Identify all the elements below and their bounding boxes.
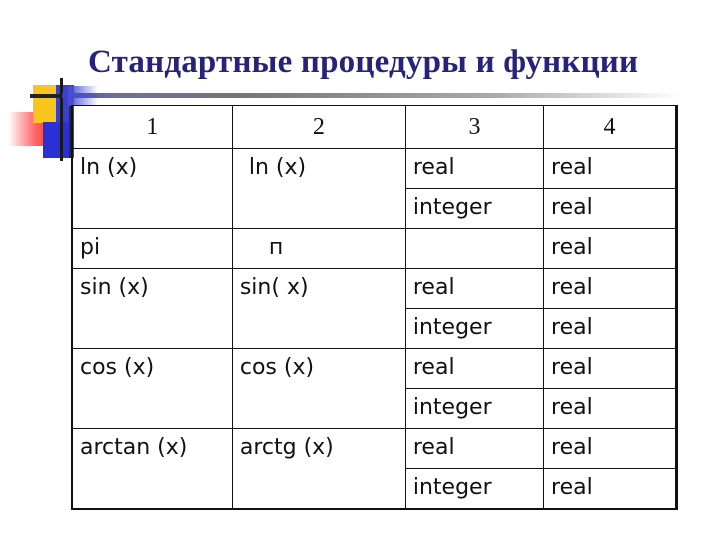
cell-arg-type: integer: [404, 468, 545, 510]
cell-pascal-name: sin (x): [70, 268, 233, 349]
cell-math-name: ln (x): [231, 148, 406, 229]
cell-result-type: real: [543, 228, 678, 269]
cell-arg-type: integer: [404, 188, 545, 229]
cell-result-type: real: [543, 428, 678, 469]
cell-arg-type: [404, 228, 545, 269]
cell-pascal-name: cos (x): [70, 348, 233, 429]
cell-pascal-name: pi: [70, 228, 233, 269]
table-row: arctan (x) arctg (x) real real: [70, 428, 678, 510]
cell-result-type: real: [543, 148, 678, 189]
table-row: pi п real: [70, 228, 678, 269]
cell-math-name: п: [231, 228, 406, 269]
table-header-row: 1 2 3 4: [70, 105, 678, 149]
cell-result-type: real: [543, 188, 678, 229]
cell-result-type: real: [543, 468, 678, 510]
cell-math-name: cos (x): [231, 348, 406, 429]
table-row: cos (x) cos (x) real real: [70, 348, 678, 429]
cell-arg-type: integer: [404, 308, 545, 349]
header-cell-1: 1: [70, 105, 233, 149]
cell-arg-type: real: [404, 268, 545, 309]
cell-result-type: real: [543, 388, 678, 429]
cell-pascal-name: arctan (x): [70, 428, 233, 510]
logo-blue-block: [43, 122, 71, 158]
cell-math-name: arctg (x): [231, 428, 406, 510]
logo-vertical-line: [60, 78, 63, 161]
cell-arg-type: integer: [404, 388, 545, 429]
title-rule-accent: [68, 86, 98, 106]
cell-pascal-name: ln (x): [70, 148, 233, 229]
cell-arg-type: real: [404, 348, 545, 389]
header-cell-3: 3: [404, 105, 545, 149]
cell-math-name: sin( x): [231, 268, 406, 349]
cell-result-type: real: [543, 308, 678, 349]
table-row: ln (x) ln (x) real real: [70, 148, 678, 229]
cell-result-type: real: [543, 268, 678, 309]
title-underline-rule: [62, 93, 682, 98]
cell-arg-type: real: [404, 148, 545, 189]
slide-title: Стандартные процедуры и функции: [88, 44, 639, 80]
table-row: sin (x) sin( x) real real: [70, 268, 678, 349]
cell-result-type: real: [543, 348, 678, 389]
header-cell-4: 4: [543, 105, 678, 149]
cell-arg-type: real: [404, 428, 545, 469]
header-cell-2: 2: [231, 105, 406, 149]
functions-table: 1 2 3 4 ln (x) ln (x) real real integer …: [70, 105, 678, 510]
